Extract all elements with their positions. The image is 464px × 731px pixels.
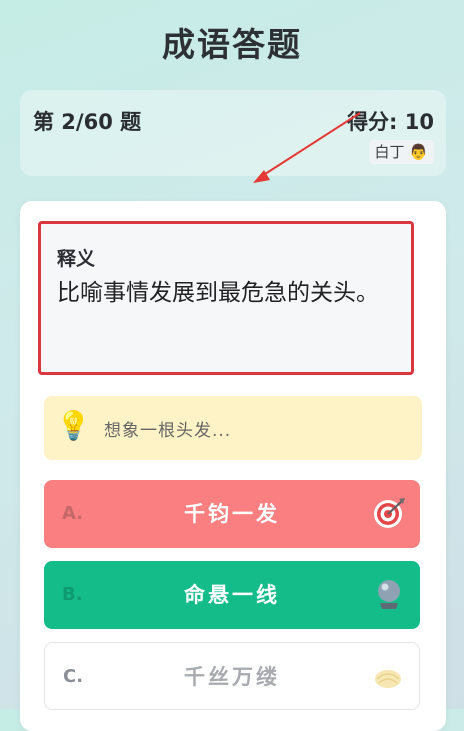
option-text: 千丝万缕 [184, 665, 280, 689]
crystal-ball-icon [378, 580, 400, 609]
option-c-button[interactable]: C. 千丝万缕 [44, 642, 420, 710]
definition-text: 比喻事情发展到最危急的关头。 [57, 280, 379, 306]
hint-text: 想象一根头发... [104, 421, 232, 441]
yarn-icon [375, 670, 401, 688]
status-panel: 第 2/60 题 得分: 10 白丁 👨 [20, 90, 446, 176]
definition-label: 释义 [57, 248, 96, 270]
hint-box: 💡 想象一根头发... [44, 396, 422, 460]
question-counter: 第 2/60 题 [33, 110, 142, 134]
option-b-button[interactable]: B. 命悬一线 [44, 561, 420, 629]
lightbulb-icon: 💡 [56, 409, 91, 442]
rank-badge: 白丁 👨 [368, 140, 434, 164]
question-card: 释义 比喻事情发展到最危急的关头。 💡 想象一根头发... A. 千钧一发 B.… [20, 201, 446, 731]
rank-label: 白丁 [374, 143, 405, 161]
page-title: 成语答题 [162, 25, 302, 64]
option-text: 千钧一发 [184, 502, 280, 526]
option-text: 命悬一线 [184, 583, 280, 607]
score-display: 得分: 10 [347, 110, 434, 134]
rank-avatar-icon: 👨 [409, 143, 428, 161]
definition-box: 释义 比喻事情发展到最危急的关头。 [38, 221, 414, 375]
option-a-button[interactable]: A. 千钧一发 [44, 480, 420, 548]
target-icon [374, 498, 405, 528]
